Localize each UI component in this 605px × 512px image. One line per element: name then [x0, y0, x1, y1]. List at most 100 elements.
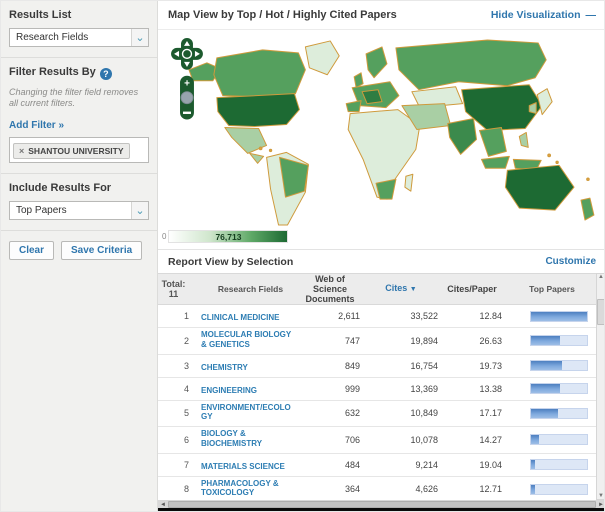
top-papers-bar [530, 383, 588, 394]
hide-visualization-label: Hide Visualization [490, 9, 581, 21]
field-link[interactable]: BIOLOGY & BIOCHEMISTRY [201, 429, 293, 448]
report-header: Report View by Selection Customize [158, 250, 604, 273]
legend-gradient-bar: 76,713 [168, 230, 289, 243]
row-cites-per-paper: 12.84 [479, 311, 502, 321]
vertical-scrollbar[interactable]: ▲ ▼ [596, 273, 604, 500]
row-docs: 2,611 [338, 311, 360, 321]
results-list-heading: Results List [9, 9, 72, 21]
map-header: Map View by Top / Hot / Highly Cited Pap… [158, 1, 604, 30]
row-docs: 999 [344, 383, 360, 394]
horizontal-scrollbar-thumb[interactable] [167, 501, 597, 508]
main-panel: Map View by Top / Hot / Highly Cited Pap… [158, 1, 604, 511]
map-view-title: Map View by Top / Hot / Highly Cited Pap… [168, 9, 397, 21]
sidebar-buttons: Clear Save Criteria [1, 231, 157, 270]
row-docs: 849 [344, 360, 360, 371]
results-list-dropdown[interactable]: Research Fields ⌄ [9, 28, 149, 47]
total-value: 11 [168, 289, 179, 299]
scroll-down-icon[interactable]: ▼ [598, 493, 604, 499]
results-list-dropdown-value: Research Fields [16, 32, 89, 43]
column-header-top-papers[interactable]: Top Papers [508, 284, 596, 294]
map-zoom-control[interactable]: + [180, 75, 194, 120]
table-row: 3 CHEMISTRY 849 16,754 19.73 [158, 355, 596, 378]
chevron-down-icon: ⌄ [131, 202, 148, 219]
row-cites: 13,369 [410, 383, 438, 394]
row-cites-per-paper: 17.17 [479, 408, 502, 419]
table-row: 6 BIOLOGY & BIOCHEMISTRY 706 10,078 14.2… [158, 427, 596, 454]
vertical-scrollbar-thumb[interactable] [597, 298, 604, 325]
row-rank: 4 [183, 383, 189, 394]
row-cites-per-paper: 19.73 [479, 360, 502, 371]
row-rank: 1 [183, 311, 189, 321]
row-rank: 3 [183, 360, 189, 371]
hide-visualization-link[interactable]: Hide Visualization — [491, 9, 596, 21]
scroll-right-icon[interactable]: ► [598, 502, 604, 508]
map-pan-control[interactable] [171, 37, 203, 70]
row-rank: 7 [183, 459, 189, 470]
scroll-up-icon[interactable]: ▲ [598, 274, 604, 280]
field-link[interactable]: ENVIRONMENT/ECOLOGY [201, 403, 293, 422]
include-results-dropdown[interactable]: Top Papers ⌄ [9, 201, 149, 220]
filter-chip-shantou-university[interactable]: × SHANTOU UNIVERSITY [13, 143, 130, 159]
column-header-cites-per-paper[interactable]: Cites/Paper [442, 284, 508, 294]
row-cites: 19,894 [410, 335, 438, 346]
report-view-title: Report View by Selection [168, 255, 294, 268]
world-map[interactable]: + [158, 30, 604, 227]
row-cites: 10,078 [410, 434, 438, 445]
total-label: Total: [161, 279, 186, 289]
row-docs: 364 [344, 484, 360, 495]
field-link[interactable]: MOLECULAR BIOLOGY & GENETICS [201, 330, 293, 349]
row-rank: 2 [183, 335, 189, 346]
row-cites: 33,522 [410, 311, 438, 321]
table-row: 2 MOLECULAR BIOLOGY & GENETICS 747 19,89… [158, 328, 596, 355]
field-link[interactable]: PHARMACOLOGY & TOXICOLOGY [201, 479, 293, 498]
row-docs: 747 [344, 335, 360, 346]
field-link[interactable]: CHEMISTRY [201, 363, 248, 373]
row-cites-per-paper: 12.71 [479, 484, 502, 495]
top-papers-bar [530, 434, 588, 446]
top-papers-bar [530, 310, 588, 322]
row-docs: 484 [344, 459, 360, 470]
customize-link[interactable]: Customize [545, 256, 596, 267]
top-papers-bar [530, 407, 588, 419]
report-table: Total: 11 Research Fields Web of Science… [158, 273, 596, 506]
help-icon[interactable]: ? [99, 68, 112, 80]
filter-heading-label: Filter Results By [9, 66, 96, 78]
row-rank: 6 [183, 434, 189, 445]
include-results-dropdown-value: Top Papers [16, 205, 67, 216]
esi-map-view-screen: Results List Research Fields ⌄ Filter Re… [0, 0, 605, 512]
top-papers-bar [530, 335, 588, 347]
row-rank: 5 [183, 408, 189, 419]
table-body: 1 CLINICAL MEDICINE 2,611 33,522 12.84 2… [158, 305, 596, 506]
save-criteria-button[interactable]: Save Criteria [61, 241, 143, 260]
remove-filter-icon[interactable]: × [19, 146, 24, 156]
top-papers-bar [530, 483, 588, 495]
zoom-slider-handle [180, 91, 194, 105]
filter-section: Filter Results By? Changing the filter f… [1, 58, 157, 174]
column-header-wos-documents[interactable]: Web of Science Documents [300, 274, 364, 304]
field-link[interactable]: ENGINEERING [201, 386, 257, 396]
filter-chip-box: × SHANTOU UNIVERSITY [9, 137, 149, 163]
field-link[interactable]: CLINICAL MEDICINE [201, 313, 280, 323]
row-cites-per-paper: 13.38 [479, 383, 502, 394]
legend-max-value: 76,713 [215, 232, 242, 242]
row-cites: 9,214 [415, 459, 438, 470]
row-cites-per-paper: 14.27 [479, 434, 502, 445]
row-rank: 8 [183, 484, 189, 495]
scroll-left-icon[interactable]: ◄ [160, 502, 166, 508]
include-results-heading: Include Results For [9, 182, 112, 194]
table-row: 1 CLINICAL MEDICINE 2,611 33,522 12.84 [158, 305, 596, 328]
field-link[interactable]: MATERIALS SCIENCE [201, 462, 285, 472]
row-cites: 16,754 [410, 360, 438, 371]
include-results-section: Include Results For Top Papers ⌄ [1, 174, 157, 231]
sort-desc-icon: ▼ [409, 286, 417, 293]
column-header-cites-sorted[interactable]: Cites ▼ [364, 283, 442, 295]
row-cites-per-paper: 19.04 [479, 459, 502, 470]
table-row: 5 ENVIRONMENT/ECOLOGY 632 10,849 17.17 [158, 401, 596, 427]
cites-label: Cites [385, 283, 408, 293]
results-list-section: Results List Research Fields ⌄ [1, 1, 157, 58]
table-header-row: Total: 11 Research Fields Web of Science… [158, 273, 596, 305]
column-header-total: Total: 11 [158, 279, 194, 299]
clear-button[interactable]: Clear [9, 241, 55, 260]
add-filter-link[interactable]: Add Filter » [9, 120, 64, 131]
column-header-research-fields[interactable]: Research Fields [194, 284, 300, 294]
